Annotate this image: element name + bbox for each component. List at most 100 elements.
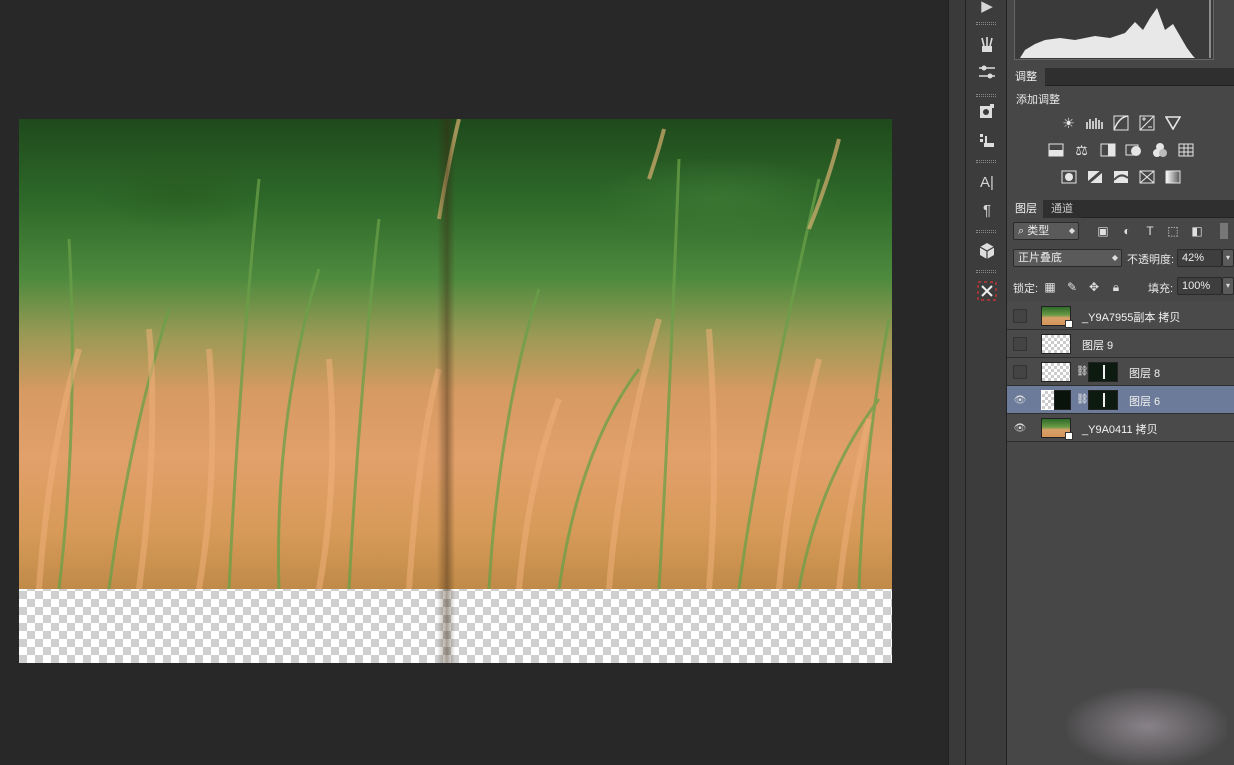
tab-adjustments[interactable]: 调整	[1007, 68, 1045, 86]
hue-saturation-icon[interactable]	[1047, 141, 1065, 159]
eye-icon[interactable]: 👁︎	[1013, 421, 1027, 435]
opacity-dropdown[interactable]: ▾	[1222, 249, 1234, 267]
grip[interactable]	[976, 270, 996, 273]
layer-row[interactable]: _Y9A7955副本 拷贝	[1007, 302, 1234, 330]
color-balance-icon[interactable]: ⚖	[1073, 141, 1091, 159]
posterize-icon[interactable]	[1086, 168, 1104, 186]
layer-thumbnail	[1041, 362, 1071, 382]
layer-name[interactable]: 图层 6	[1129, 393, 1160, 409]
lock-image-icon[interactable]: ✎	[1064, 279, 1080, 295]
tool-presets-icon[interactable]	[974, 128, 1000, 152]
panel-gutter[interactable]	[948, 0, 966, 765]
opacity-label: 不透明度:	[1127, 254, 1175, 266]
eye-icon[interactable]: 👁︎	[1013, 393, 1027, 407]
tab-channels[interactable]: 通道	[1043, 200, 1081, 218]
tab-layers[interactable]: 图层	[1007, 200, 1045, 218]
smart-object-badge	[1065, 432, 1073, 440]
type-layer-filter-icon[interactable]: T	[1142, 223, 1158, 239]
brush-presets-icon[interactable]	[974, 60, 1000, 84]
vibrance-icon[interactable]	[1164, 114, 1182, 132]
threshold-icon[interactable]	[1112, 168, 1130, 186]
visibility-toggle[interactable]	[1013, 309, 1027, 323]
layer-name[interactable]: 图层 8	[1129, 365, 1160, 381]
canvas-area[interactable]	[0, 0, 948, 765]
channel-mixer-icon[interactable]	[1151, 141, 1169, 159]
layer-filter-value: 类型	[1027, 225, 1050, 237]
layers-tabbar: 图层 通道	[1007, 200, 1234, 218]
layer-name[interactable]: _Y9A0411 拷贝	[1082, 421, 1158, 437]
adjustments-row-2: ⚖	[1007, 141, 1234, 159]
grass-blades	[36, 119, 891, 589]
chevron-updown-icon: ◆	[1068, 226, 1075, 235]
levels-icon[interactable]	[1085, 114, 1104, 132]
3d-icon[interactable]	[974, 239, 1000, 263]
link-icon[interactable]: ⛓	[1076, 394, 1089, 406]
fill-dropdown[interactable]: ▾	[1222, 277, 1234, 295]
fill-input[interactable]: 100%	[1177, 277, 1222, 295]
layer-thumbnail-content	[1054, 390, 1071, 410]
search-icon: ⌕	[1018, 225, 1025, 237]
layer-seam	[437, 119, 455, 663]
adjustments-row-1: ☀	[1007, 114, 1234, 132]
lock-label: 锁定:	[1013, 283, 1039, 295]
layer-row[interactable]: 👁︎ _Y9A0411 拷贝	[1007, 414, 1234, 442]
layer-filter-select[interactable]: ⌕ 类型 ◆	[1013, 222, 1079, 240]
grip[interactable]	[976, 230, 996, 233]
play-icon[interactable]: ▶	[974, 0, 1000, 18]
character-icon[interactable]: A|	[974, 170, 1000, 194]
layer-thumbnail	[1041, 334, 1071, 354]
visibility-toggle[interactable]	[1013, 365, 1027, 379]
smart-object-badge	[1065, 320, 1073, 328]
color-lookup-icon[interactable]	[1177, 141, 1195, 159]
lock-position-icon[interactable]: ✥	[1086, 279, 1102, 295]
chevron-down-icon: ▾	[1225, 253, 1230, 262]
blend-mode-value: 正片叠底	[1018, 252, 1062, 264]
photo-filter-icon[interactable]	[1125, 141, 1143, 159]
grip[interactable]	[976, 94, 996, 97]
histogram	[1014, 0, 1214, 60]
invert-icon[interactable]	[1060, 168, 1078, 186]
grip[interactable]	[976, 160, 996, 163]
right-panels: 调整 添加调整 ☀ ⚖ 图层 通道 ⌕ 类型 ◆ ▣ ◐ T ⬚ ◧ 正片叠底 …	[1007, 0, 1234, 765]
layer-mask-thumbnail[interactable]	[1088, 362, 1118, 382]
adjustments-tabbar: 调整	[1007, 68, 1234, 86]
brightness-icon[interactable]: ☀	[1060, 114, 1078, 132]
transform-icon[interactable]	[974, 279, 1000, 303]
link-icon[interactable]: ⛓	[1076, 366, 1089, 378]
layer-mask-thumbnail[interactable]	[1088, 390, 1118, 410]
exposure-icon[interactable]	[1138, 114, 1156, 132]
layer-name[interactable]: _Y9A7955副本 拷贝	[1082, 309, 1180, 325]
clone-source-icon[interactable]	[974, 100, 1000, 124]
selective-color-icon[interactable]	[1138, 168, 1156, 186]
adjustments-row-3	[1007, 168, 1234, 186]
lock-transparent-icon[interactable]: ▦	[1042, 279, 1058, 295]
blend-mode-select[interactable]: 正片叠底 ◆	[1013, 249, 1122, 267]
layer-row-selected[interactable]: 👁︎ ⛓ 图层 6	[1007, 386, 1234, 414]
adjustment-layer-filter-icon[interactable]: ◐	[1119, 223, 1135, 239]
opacity-input[interactable]: 42%	[1177, 249, 1222, 267]
grip[interactable]	[976, 22, 996, 25]
fill-label: 填充:	[1148, 283, 1174, 295]
layer-name[interactable]: 图层 9	[1082, 337, 1113, 353]
pixel-layer-filter-icon[interactable]: ▣	[1095, 223, 1111, 239]
lock-all-icon[interactable]: 🔒︎	[1108, 279, 1124, 295]
paragraph-icon[interactable]: ¶	[974, 198, 1000, 222]
fill-value: 100%	[1182, 280, 1211, 292]
chevron-updown-icon: ◆	[1111, 253, 1118, 262]
visibility-toggle[interactable]	[1013, 337, 1027, 351]
filter-toggle[interactable]	[1220, 223, 1228, 239]
black-white-icon[interactable]	[1099, 141, 1117, 159]
layer-row[interactable]: ⛓ 图层 8	[1007, 358, 1234, 386]
document-canvas[interactable]	[19, 119, 892, 663]
layer-thumbnail	[1041, 390, 1071, 410]
brushes-icon[interactable]	[974, 33, 1000, 57]
grass-photo	[19, 119, 892, 589]
layer-row[interactable]: 图层 9	[1007, 330, 1234, 358]
smart-object-filter-icon[interactable]: ◧	[1189, 223, 1205, 239]
adjustments-title: 添加调整	[1016, 94, 1060, 106]
cursor-glow	[1067, 688, 1227, 765]
chevron-down-icon: ▾	[1225, 281, 1230, 290]
curves-icon[interactable]	[1112, 114, 1130, 132]
shape-layer-filter-icon[interactable]: ⬚	[1165, 223, 1181, 239]
gradient-map-icon[interactable]	[1164, 168, 1182, 186]
